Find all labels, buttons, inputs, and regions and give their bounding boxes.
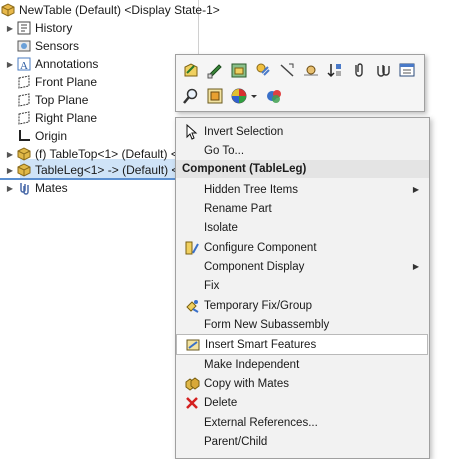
menu-item-label: Delete xyxy=(204,396,238,409)
expand-arrow-icon[interactable]: ▶ xyxy=(4,166,16,175)
menu-item-insert-smart-features[interactable]: Insert Smart Features xyxy=(176,334,428,355)
plane-icon xyxy=(16,74,32,90)
copy-with-mates-icon xyxy=(182,376,202,392)
menu-item-label: Rename Part xyxy=(204,202,272,215)
menu-item-temporary-fix[interactable]: Temporary Fix/Group xyxy=(176,296,429,315)
tree-item-label: Front Plane xyxy=(35,75,98,89)
origin-icon xyxy=(16,128,32,144)
smart-dim-icon[interactable] xyxy=(277,60,297,80)
menu-item-invert-selection[interactable]: Invert Selection xyxy=(176,122,429,141)
menu-item-parent-child[interactable]: Parent/Child xyxy=(176,432,429,451)
part-icon xyxy=(16,162,32,178)
paperclip-icon[interactable] xyxy=(349,60,369,80)
menu-item-label: Parent/Child xyxy=(204,435,268,448)
menu-item-label: Component Display xyxy=(204,260,305,273)
menu-item-label: Copy with Mates xyxy=(204,377,290,390)
mates-icon xyxy=(16,180,32,196)
menu-item-rename-part[interactable]: Rename Part xyxy=(176,199,429,218)
menu-item-label: Go To... xyxy=(204,144,245,157)
sensors-icon xyxy=(16,38,32,54)
edit-part-icon[interactable] xyxy=(181,60,201,80)
configure-component-icon xyxy=(182,240,202,256)
expand-arrow-icon[interactable]: ▶ xyxy=(4,184,16,193)
smart-features-icon xyxy=(183,337,203,353)
tree-item-sensors[interactable]: Sensors xyxy=(16,37,79,55)
menu-item-isolate[interactable]: Isolate xyxy=(176,218,429,237)
part-icon xyxy=(16,146,32,162)
menu-item-go-to[interactable]: Go To... xyxy=(176,141,429,160)
submenu-arrow-icon: ▶ xyxy=(412,262,419,271)
context-menu: Invert Selection Go To... Component (Tab… xyxy=(175,117,430,459)
svg-text:A: A xyxy=(20,60,28,72)
tree-item-root[interactable]: NewTable (Default) <Display State-1> xyxy=(0,1,220,19)
annotations-icon: A xyxy=(16,56,32,72)
properties-icon[interactable] xyxy=(397,60,417,80)
tree-item-mates[interactable]: ▶ Mates xyxy=(4,179,68,197)
menu-section-title: Component (TableLeg) xyxy=(182,163,307,175)
tree-item-label: Origin xyxy=(35,129,68,143)
paperclip-2-icon[interactable] xyxy=(373,60,393,80)
menu-section-header: Component (TableLeg) xyxy=(176,160,429,178)
tree-item-label: NewTable (Default) <Display State-1> xyxy=(19,3,220,17)
tree-item-top-plane[interactable]: Top Plane xyxy=(16,91,88,109)
tree-item-label: Top Plane xyxy=(35,93,89,107)
sort-icon[interactable] xyxy=(325,60,345,80)
tree-item-label: Annotations xyxy=(35,57,99,71)
tree-item-tableleg[interactable]: ▶ TableLeg<1> -> (Default) <<De xyxy=(4,161,201,179)
feature-manager-tree: NewTable (Default) <Display State-1> ▶ H… xyxy=(0,0,220,445)
tree-item-annotations[interactable]: ▶ A Annotations xyxy=(4,55,98,73)
tree-item-history[interactable]: ▶ History xyxy=(4,19,72,37)
menu-item-label: Form New Subassembly xyxy=(204,318,330,331)
invert-selection-icon xyxy=(182,123,202,140)
color-icon[interactable] xyxy=(229,86,249,106)
menu-item-make-independent[interactable]: Make Independent xyxy=(176,355,429,374)
delete-icon xyxy=(182,395,202,411)
menu-item-external-references[interactable]: External References... xyxy=(176,413,429,432)
hide-icon[interactable] xyxy=(253,60,273,80)
expand-arrow-icon[interactable]: ▶ xyxy=(4,150,16,159)
menu-item-configure-component[interactable]: Configure Component xyxy=(176,238,429,257)
menu-item-label: Invert Selection xyxy=(204,125,284,138)
rebuild-icon[interactable] xyxy=(205,60,225,80)
tree-item-right-plane[interactable]: Right Plane xyxy=(16,109,97,127)
menu-item-label: Temporary Fix/Group xyxy=(204,299,313,312)
menu-item-label: Isolate xyxy=(204,221,238,234)
tree-item-label: History xyxy=(35,21,73,35)
open-part-icon[interactable] xyxy=(229,60,249,80)
menu-item-label: External References... xyxy=(204,416,318,429)
expand-arrow-icon[interactable]: ▶ xyxy=(4,60,16,69)
zoom-to-selection-icon[interactable] xyxy=(181,86,201,106)
menu-item-copy-with-mates[interactable]: Copy with Mates xyxy=(176,374,429,393)
plane-icon xyxy=(16,92,32,108)
menu-item-label: Fix xyxy=(204,279,220,292)
expand-arrow-icon[interactable]: ▶ xyxy=(4,24,16,33)
tree-item-origin[interactable]: Origin xyxy=(16,127,67,145)
tree-item-front-plane[interactable]: Front Plane xyxy=(16,73,97,91)
dropdown-icon[interactable] xyxy=(248,86,260,106)
history-icon xyxy=(16,20,32,36)
appearance-icon[interactable] xyxy=(205,86,225,106)
menu-item-delete[interactable]: Delete xyxy=(176,393,429,412)
menu-item-label: Insert Smart Features xyxy=(205,338,317,351)
menu-item-label: Configure Component xyxy=(204,241,317,254)
menu-item-component-display[interactable]: Component Display ▶ xyxy=(176,257,429,276)
submenu-arrow-icon: ▶ xyxy=(412,185,419,194)
menu-item-label: Hidden Tree Items xyxy=(204,183,298,196)
temporary-fix-icon xyxy=(182,298,202,314)
menu-item-hidden-tree-items[interactable]: Hidden Tree Items ▶ xyxy=(176,180,429,199)
plane-icon xyxy=(16,110,32,126)
tree-item-label: Right Plane xyxy=(35,111,98,125)
tree-item-label: Sensors xyxy=(35,39,80,53)
menu-item-form-new-subassembly[interactable]: Form New Subassembly xyxy=(176,315,429,334)
view-icon[interactable] xyxy=(301,60,321,80)
context-toolbar xyxy=(175,54,425,112)
menu-item-fix[interactable]: Fix xyxy=(176,276,429,295)
assembly-icon xyxy=(0,2,16,18)
component-icon[interactable] xyxy=(264,86,284,106)
tree-item-label: Mates xyxy=(35,181,68,195)
menu-item-label: Make Independent xyxy=(204,358,300,371)
